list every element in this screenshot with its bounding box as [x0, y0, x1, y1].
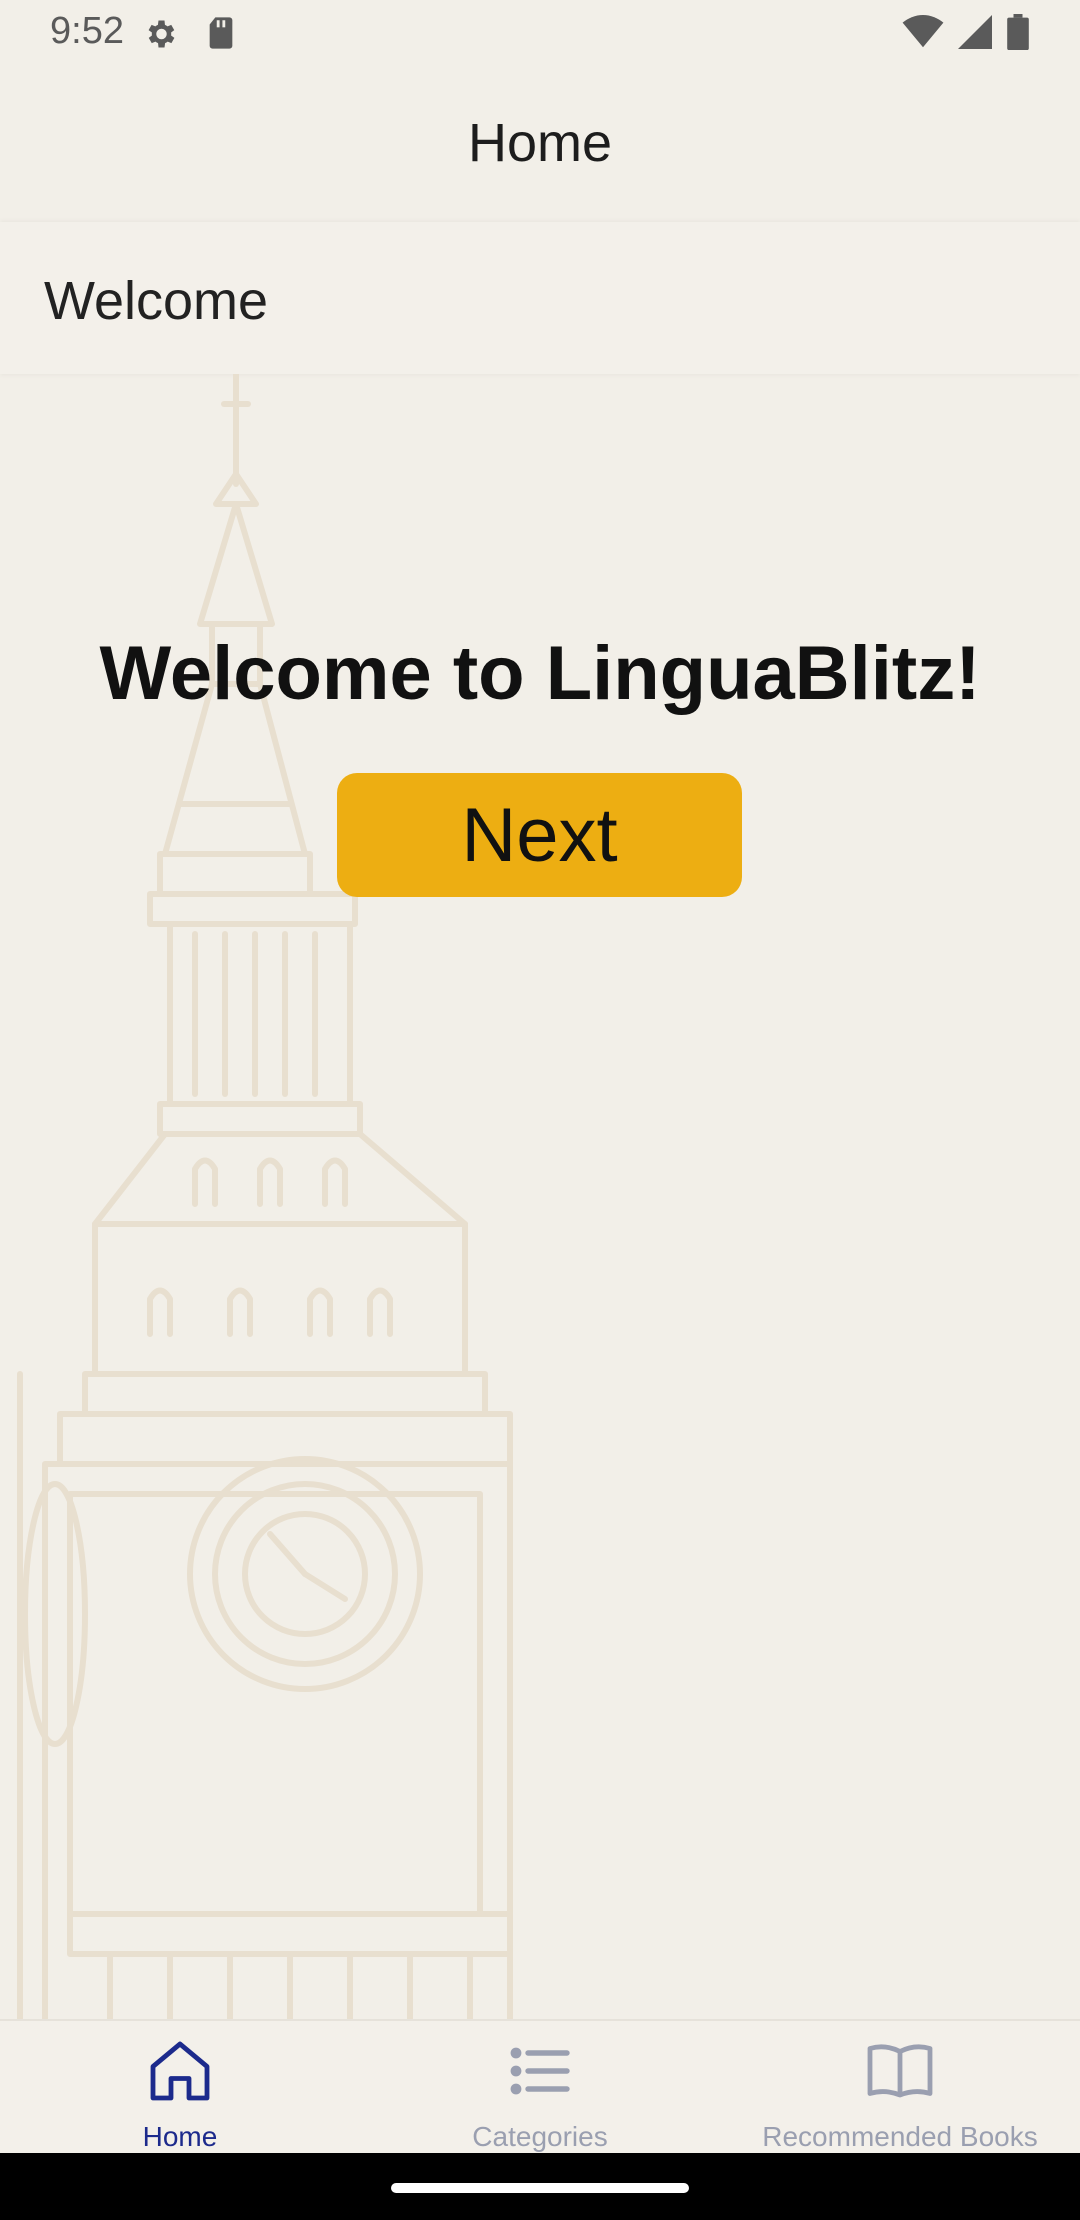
home-gesture-handle[interactable]: [391, 2183, 689, 2193]
battery-icon: [1007, 14, 1029, 50]
page-title: Home: [467, 113, 613, 173]
nav-item-categories[interactable]: Categories: [360, 2021, 720, 2155]
section-title: Welcome: [44, 271, 269, 331]
status-time: 9:52: [50, 10, 124, 52]
nav-label-home: Home: [142, 2121, 218, 2152]
nav-label-categories: Categories: [472, 2121, 608, 2152]
gear-icon: [148, 20, 175, 48]
signal-icon: [958, 15, 992, 49]
nav-item-recommended-books[interactable]: Recommended Books: [720, 2021, 1080, 2155]
home-icon: [150, 2041, 210, 2101]
nav-item-home[interactable]: Home: [0, 2021, 360, 2155]
section-header: Welcome: [0, 222, 1080, 374]
bottom-navigation: Home Categories Recommended Books: [0, 2019, 1080, 2155]
top-app-bar: Home: [0, 66, 1080, 222]
next-button[interactable]: Next: [337, 773, 742, 897]
welcome-heading: Welcome to LinguaBlitz!: [99, 631, 981, 716]
sd-card-icon: [209, 17, 233, 49]
wifi-icon: [902, 15, 944, 48]
system-gesture-bar: [0, 2153, 1080, 2220]
big-ben-illustration: [17, 374, 513, 2019]
book-icon: [867, 2044, 933, 2098]
list-icon: [510, 2047, 570, 2095]
status-bar: 9:52: [0, 0, 1080, 66]
nav-label-recommended-books: Recommended Books: [762, 2121, 1038, 2152]
